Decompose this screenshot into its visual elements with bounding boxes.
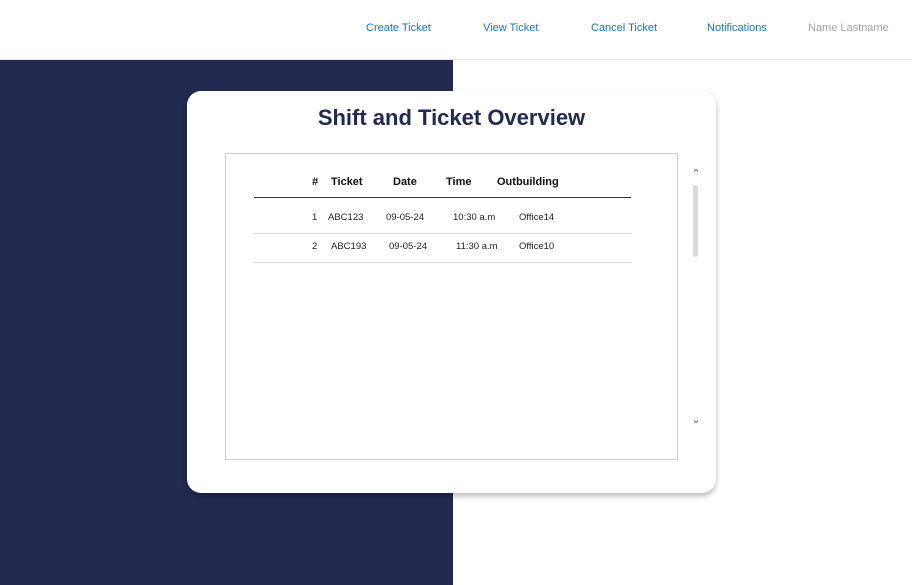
user-name-label[interactable]: Name Lastname	[808, 22, 889, 34]
column-header-time: Time	[446, 176, 472, 188]
row-time: 11:30 a.m	[456, 241, 498, 252]
header-divider	[254, 197, 631, 198]
nav-cancel-ticket-link[interactable]: Cancel Ticket	[591, 22, 657, 34]
ticket-table: # Ticket Date Time Outbuilding 1 ABC123 …	[225, 153, 678, 460]
column-header-outbuilding: Outbuilding	[497, 176, 559, 188]
table-row[interactable]: 1 ABC123 09-05-24 10:30 a.m Office14	[254, 204, 632, 234]
row-number: 2	[312, 241, 318, 252]
row-outbuilding: Office10	[519, 241, 555, 252]
page-title: Shift and Ticket Overview	[317, 105, 586, 130]
row-time: 10:30 a.m	[453, 212, 496, 223]
scrollbar-thumb[interactable]	[693, 185, 698, 257]
row-number: 1	[312, 212, 318, 223]
column-header-number: #	[312, 176, 319, 188]
table-row[interactable]: 2 ABC193 09-05-24 11:30 a.m Office10	[254, 233, 632, 263]
nav-notifications-link[interactable]: Notifications	[707, 22, 767, 34]
column-header-ticket: Ticket	[331, 176, 363, 188]
column-header-date: Date	[393, 176, 417, 188]
top-navigation-bar: Create Ticket View Ticket Cancel Ticket …	[0, 0, 912, 60]
scroll-up-chevron-up-icon[interactable]: ⌃	[689, 167, 703, 181]
row-ticket: ABC193	[331, 241, 367, 252]
row-ticket: ABC123	[328, 212, 364, 223]
row-date: 09-05-24	[386, 212, 425, 223]
overview-card: Shift and Ticket Overview # Ticket Date …	[187, 91, 716, 493]
scroll-down-chevron-down-icon[interactable]: ⌄	[689, 413, 703, 427]
row-date: 09-05-24	[389, 241, 428, 252]
nav-view-ticket-link[interactable]: View Ticket	[483, 22, 538, 34]
nav-create-ticket-link[interactable]: Create Ticket	[366, 22, 431, 34]
row-outbuilding: Office14	[519, 212, 555, 223]
